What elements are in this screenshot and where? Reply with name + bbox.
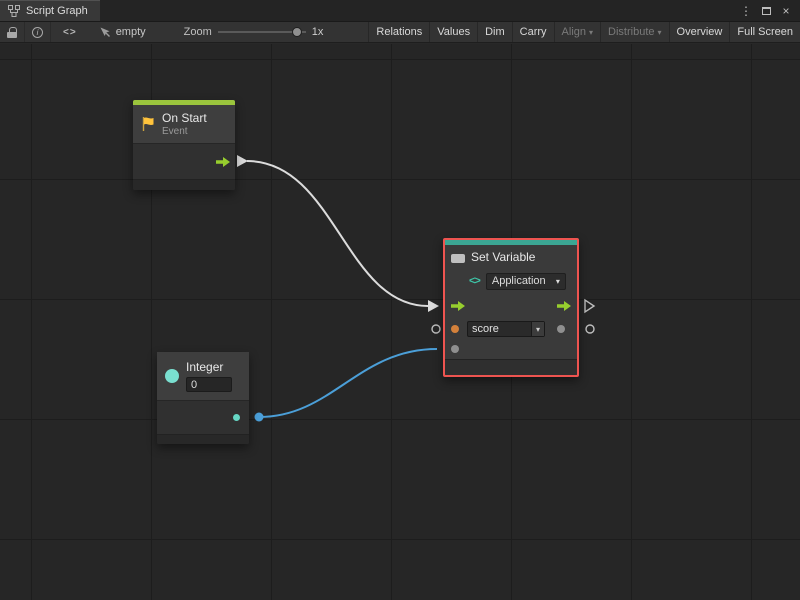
tab-script-graph[interactable]: Script Graph bbox=[0, 0, 100, 21]
edit-graph-icon[interactable]: <> bbox=[51, 27, 89, 38]
node-subtitle: Event bbox=[162, 126, 207, 137]
toolbar-button-relations[interactable]: Relations bbox=[368, 22, 429, 42]
scope-row: <> Application ▾ bbox=[445, 269, 577, 293]
info-glyph: i bbox=[32, 27, 43, 38]
info-icon[interactable]: i bbox=[25, 22, 51, 42]
zoom-slider[interactable] bbox=[218, 25, 306, 39]
variable-name-value: score bbox=[468, 322, 531, 336]
code-icon: <> bbox=[469, 275, 480, 287]
node-set-variable[interactable]: Set Variable <> Application ▾ bbox=[443, 238, 579, 377]
variable-name-field[interactable]: score ▾ bbox=[467, 321, 545, 337]
value-output-port[interactable] bbox=[557, 325, 565, 333]
button-label: Distribute bbox=[608, 26, 654, 38]
chevron-down-icon: ▾ bbox=[536, 325, 540, 334]
button-label: Full Screen bbox=[737, 26, 793, 38]
wire-control-arrowhead bbox=[428, 300, 439, 312]
pin-integer-value-output[interactable] bbox=[255, 413, 264, 422]
toolbar-button-overview[interactable]: Overview bbox=[669, 22, 730, 42]
node-header: Set Variable bbox=[445, 245, 577, 269]
variable-name-dropdown[interactable]: ▾ bbox=[531, 322, 544, 336]
close-icon[interactable]: × bbox=[776, 0, 796, 22]
toolbar-buttons: Relations Values Dim Carry Align▾ Distri… bbox=[368, 22, 800, 42]
graph-pointer-icon bbox=[99, 26, 111, 38]
node-title: Integer bbox=[186, 360, 232, 374]
maximize-glyph bbox=[762, 7, 771, 15]
variable-name-port[interactable] bbox=[451, 325, 459, 333]
zoom-label: Zoom bbox=[184, 26, 212, 38]
graph-toolbar: i <> empty Zoom 1x Relations Values Dim … bbox=[0, 22, 800, 43]
toolbar-button-dim[interactable]: Dim bbox=[477, 22, 512, 42]
flow-input-port[interactable] bbox=[451, 301, 465, 311]
toolbar-button-align[interactable]: Align▾ bbox=[554, 22, 600, 42]
graph-name: empty bbox=[116, 26, 146, 38]
integer-type-icon bbox=[165, 369, 179, 383]
integer-value-field[interactable]: 0 bbox=[186, 377, 232, 392]
chevron-down-icon: ▾ bbox=[589, 28, 593, 37]
lock-icon[interactable] bbox=[0, 22, 25, 42]
toolbar-button-fullscreen[interactable]: Full Screen bbox=[729, 22, 800, 42]
zoom-knob[interactable] bbox=[292, 27, 302, 37]
pin-setvar-value-out[interactable] bbox=[586, 325, 594, 333]
pin-onstart-flow-output[interactable] bbox=[237, 155, 248, 167]
variable-scope-dropdown[interactable]: Application ▾ bbox=[486, 273, 566, 290]
node-integer[interactable]: Integer 0 bbox=[157, 352, 249, 444]
titlebar: Script Graph ⋮ × bbox=[0, 0, 800, 22]
flag-icon bbox=[141, 116, 155, 132]
node-title: On Start bbox=[162, 111, 207, 125]
pin-setvar-name-in[interactable] bbox=[432, 325, 440, 333]
chevron-down-icon: ▾ bbox=[658, 28, 662, 37]
button-label: Overview bbox=[677, 26, 723, 38]
lock-glyph bbox=[7, 27, 17, 38]
variables-icon bbox=[451, 249, 465, 266]
tab-title: Script Graph bbox=[26, 5, 88, 17]
button-label: Align bbox=[562, 26, 586, 38]
graph-icon bbox=[8, 5, 20, 17]
button-label: Carry bbox=[520, 26, 547, 38]
scope-value: Application bbox=[492, 275, 546, 287]
chevron-down-icon: ▾ bbox=[556, 277, 560, 286]
integer-output-port[interactable] bbox=[233, 414, 240, 421]
toolbar-button-carry[interactable]: Carry bbox=[512, 22, 554, 42]
node-ports: score ▾ bbox=[445, 293, 577, 359]
toolbar-button-values[interactable]: Values bbox=[429, 22, 477, 42]
wires-layer bbox=[0, 44, 800, 600]
menu-icon[interactable]: ⋮ bbox=[736, 0, 756, 22]
toolbar-button-distribute[interactable]: Distribute ▾ bbox=[600, 22, 668, 42]
node-footer bbox=[157, 434, 249, 444]
node-ports bbox=[157, 400, 249, 434]
button-label: Relations bbox=[376, 26, 422, 38]
pin-setvar-flow-out[interactable] bbox=[585, 300, 594, 312]
script-graph-window: Script Graph ⋮ × i <> empty Zoom 1x Rela… bbox=[0, 0, 800, 600]
wire-value-flow[interactable] bbox=[259, 349, 437, 417]
maximize-icon[interactable] bbox=[756, 0, 776, 22]
value-input-port[interactable] bbox=[451, 345, 459, 353]
wire-control-flow[interactable] bbox=[247, 161, 428, 306]
node-header: Integer 0 bbox=[157, 352, 249, 400]
graph-canvas[interactable]: On Start Event Set Variable <> bbox=[0, 44, 800, 600]
button-label: Dim bbox=[485, 26, 505, 38]
node-footer bbox=[445, 359, 577, 375]
window-controls: ⋮ × bbox=[736, 0, 800, 21]
node-header: On Start Event bbox=[133, 105, 235, 143]
node-ports bbox=[133, 143, 235, 179]
button-label: Values bbox=[437, 26, 470, 38]
flow-output-port[interactable] bbox=[557, 301, 571, 311]
node-on-start[interactable]: On Start Event bbox=[133, 100, 235, 190]
node-footer bbox=[133, 179, 235, 190]
graph-breadcrumb[interactable]: empty bbox=[89, 22, 156, 42]
flow-output-port[interactable] bbox=[216, 157, 230, 167]
node-title: Set Variable bbox=[471, 250, 535, 264]
zoom-value: 1x bbox=[312, 26, 324, 38]
